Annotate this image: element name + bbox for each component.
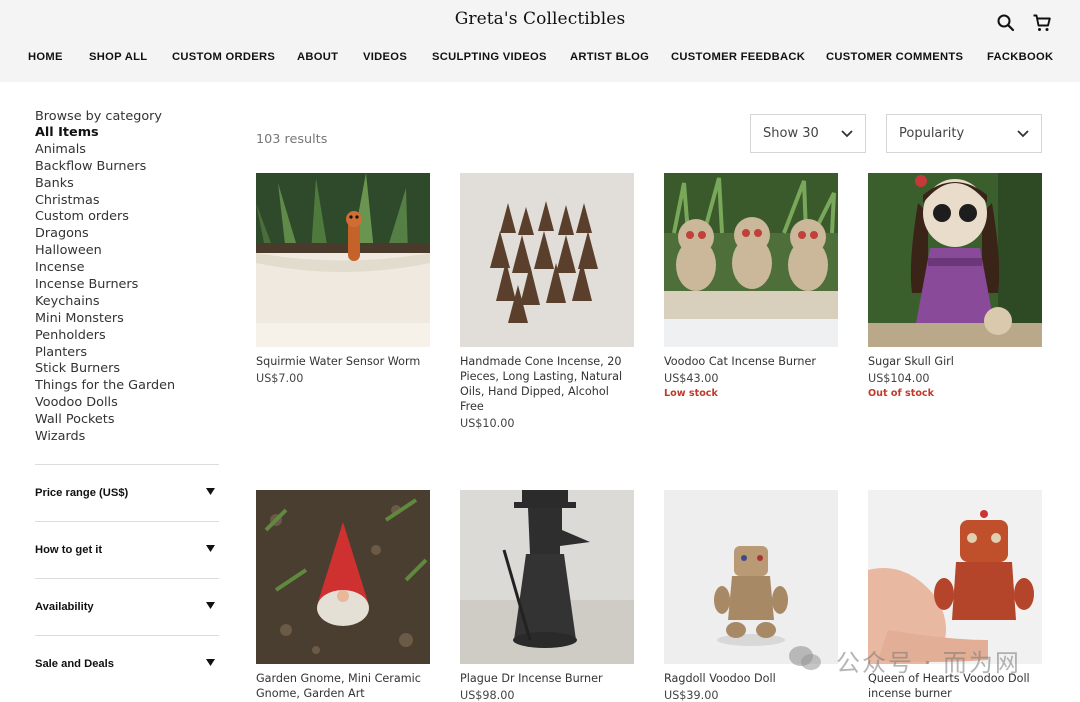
site-header: Greta's Collectibles HOME SHOP ALL CUSTO… (0, 0, 1080, 82)
product-image[interactable] (460, 173, 634, 347)
product-image[interactable] (664, 490, 838, 664)
filter-how-to-get-it[interactable]: How to get it (35, 521, 219, 578)
watermark-text: 公众号 · 而为网 (836, 649, 1021, 677)
caret-down-icon (206, 659, 215, 666)
stock-badge: Out of stock (868, 388, 934, 399)
category-incense-burners[interactable]: Incense Burners (35, 277, 219, 294)
search-icon[interactable] (996, 13, 1016, 33)
product-title[interactable]: Ragdoll Voodoo Doll (664, 671, 838, 686)
category-planters[interactable]: Planters (35, 345, 219, 362)
main-nav: HOME SHOP ALL CUSTOM ORDERS ABOUT VIDEOS… (0, 51, 1080, 65)
filter-sale-and-deals[interactable]: Sale and Deals (35, 635, 219, 692)
nav-artist-blog[interactable]: ARTIST BLOG (570, 51, 649, 63)
category-banks[interactable]: Banks (35, 176, 219, 193)
product-price: US$98.00 (460, 689, 515, 702)
product-image[interactable] (460, 490, 634, 664)
site-brand[interactable]: Greta's Collectibles (0, 9, 1080, 29)
category-wall-pockets[interactable]: Wall Pockets (35, 412, 219, 429)
product-title[interactable]: Plague Dr Incense Burner (460, 671, 634, 686)
sort-value: Popularity (899, 126, 965, 141)
filter-availability[interactable]: Availability (35, 578, 219, 635)
category-custom-orders[interactable]: Custom orders (35, 209, 219, 226)
caret-down-icon (206, 545, 215, 552)
category-mini-monsters[interactable]: Mini Monsters (35, 311, 219, 328)
category-sidebar: Browse by category All Items Animals Bac… (35, 108, 219, 446)
product-title[interactable]: Sugar Skull Girl (868, 354, 1042, 369)
product-image[interactable] (256, 490, 430, 664)
product-title[interactable]: Garden Gnome, Mini Ceramic Gnome, Garden… (256, 671, 430, 701)
product-price: US$10.00 (460, 417, 515, 430)
filter-label: Sale and Deals (35, 658, 114, 670)
product-image[interactable] (664, 173, 838, 347)
product-price: US$43.00 (664, 372, 719, 385)
category-things-for-the-garden[interactable]: Things for the Garden (35, 378, 219, 395)
product-image[interactable] (868, 490, 1042, 664)
product-price: US$104.00 (868, 372, 930, 385)
wechat-logo-icon (789, 646, 821, 670)
category-halloween[interactable]: Halloween (35, 243, 219, 260)
product-image[interactable] (256, 173, 430, 347)
category-penholders[interactable]: Penholders (35, 328, 219, 345)
items-per-page-select[interactable]: Show 30 (750, 114, 866, 153)
items-per-page-value: Show 30 (763, 126, 819, 141)
product-image[interactable] (868, 173, 1042, 347)
filter-label: Price range (US$) (35, 487, 129, 499)
filter-price-range[interactable]: Price range (US$) (35, 464, 219, 521)
chevron-down-icon (841, 130, 853, 138)
category-incense[interactable]: Incense (35, 260, 219, 277)
product-title[interactable]: Handmade Cone Incense, 20 Pieces, Long L… (460, 354, 634, 414)
nav-shop-all[interactable]: SHOP ALL (89, 51, 147, 63)
category-animals[interactable]: Animals (35, 142, 219, 159)
category-keychains[interactable]: Keychains (35, 294, 219, 311)
nav-about[interactable]: ABOUT (297, 51, 338, 63)
caret-down-icon (206, 488, 215, 495)
filter-label: Availability (35, 601, 94, 613)
category-christmas[interactable]: Christmas (35, 193, 219, 210)
category-dragons[interactable]: Dragons (35, 226, 219, 243)
results-count: 103 results (256, 132, 328, 147)
product-price: US$39.00 (664, 689, 719, 702)
product-price: US$7.00 (256, 372, 304, 385)
chevron-down-icon (1017, 130, 1029, 138)
nav-custom-orders[interactable]: CUSTOM ORDERS (172, 51, 275, 63)
category-wizards[interactable]: Wizards (35, 429, 219, 446)
nav-customer-feedback[interactable]: CUSTOMER FEEDBACK (671, 51, 805, 63)
stock-badge: Low stock (664, 388, 718, 399)
category-all-items[interactable]: All Items (35, 125, 219, 142)
category-heading: Browse by category (35, 109, 162, 124)
caret-down-icon (206, 602, 215, 609)
category-backflow-burners[interactable]: Backflow Burners (35, 159, 219, 176)
category-voodoo-dolls[interactable]: Voodoo Dolls (35, 395, 219, 412)
category-stick-burners[interactable]: Stick Burners (35, 361, 219, 378)
cart-icon[interactable] (1032, 13, 1052, 33)
nav-sculpting-videos[interactable]: SCULPTING VIDEOS (432, 51, 547, 63)
product-title[interactable]: Squirmie Water Sensor Worm (256, 354, 430, 369)
nav-home[interactable]: HOME (28, 51, 63, 63)
nav-fackbook[interactable]: FACKBOOK (987, 51, 1053, 63)
filter-label: How to get it (35, 544, 103, 556)
nav-videos[interactable]: VIDEOS (363, 51, 407, 63)
sort-select[interactable]: Popularity (886, 114, 1042, 153)
product-title[interactable]: Voodoo Cat Incense Burner (664, 354, 838, 369)
nav-customer-comments[interactable]: CUSTOMER COMMENTS (826, 51, 963, 63)
